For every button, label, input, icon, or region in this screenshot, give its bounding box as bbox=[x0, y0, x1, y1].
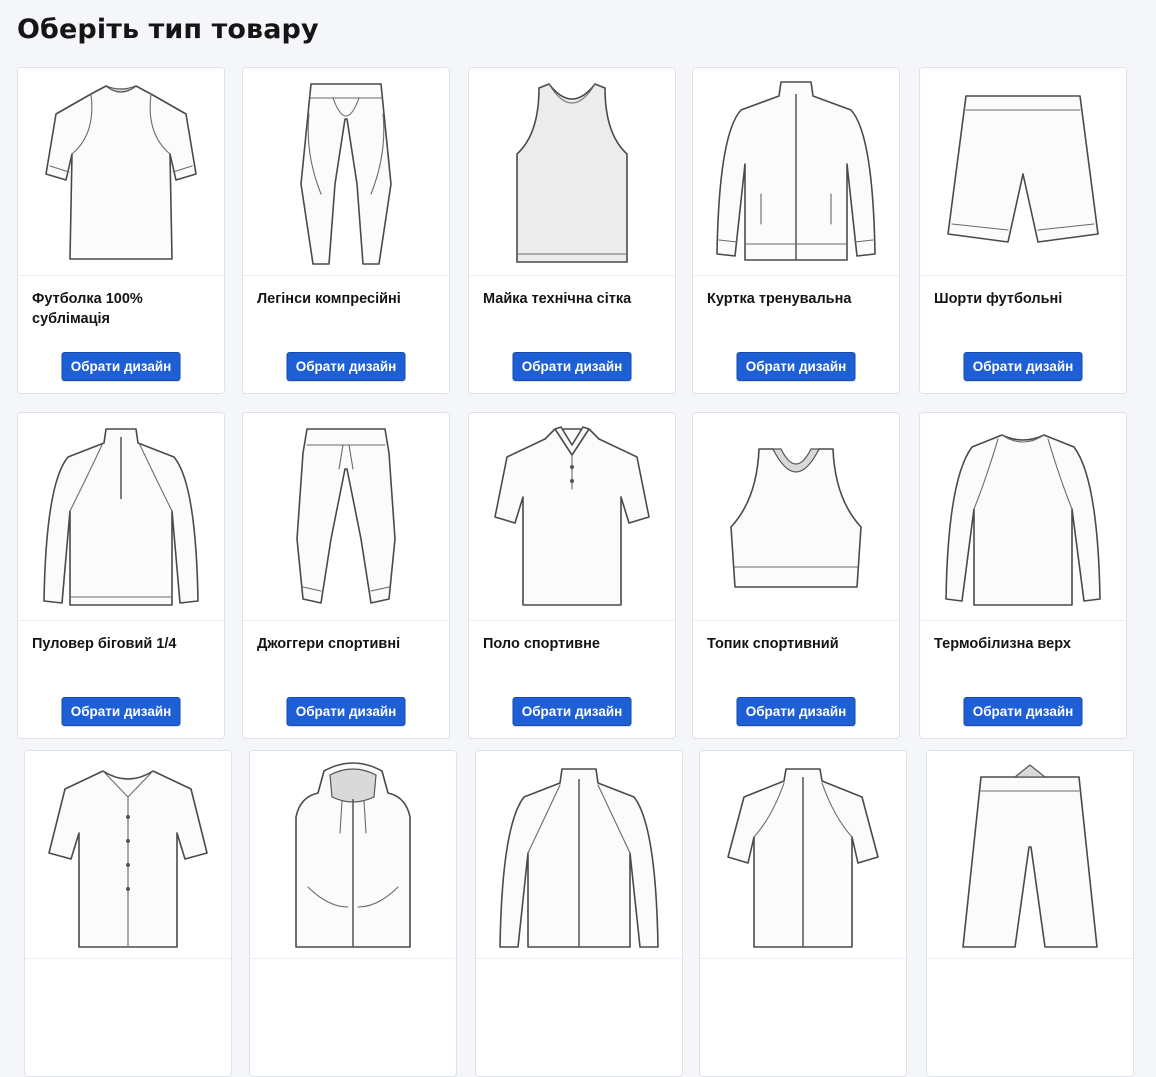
product-card-baseball-jersey[interactable] bbox=[24, 750, 232, 1077]
zip-vest-hoodie-icon bbox=[295, 762, 411, 948]
product-image[interactable] bbox=[920, 68, 1126, 276]
choose-design-button[interactable]: Обрати дизайн bbox=[512, 352, 632, 381]
full-zip-jacket-icon bbox=[499, 768, 659, 948]
product-name: Топик спортивний bbox=[707, 636, 839, 652]
product-card-joggers[interactable]: Джоггери спортивні Обрати дизайн bbox=[242, 412, 450, 739]
mesh-tank-icon bbox=[516, 83, 628, 263]
product-card-base-layer-top[interactable]: Термобілизна верх Обрати дизайн bbox=[919, 412, 1127, 739]
product-card-zip-vest[interactable] bbox=[249, 750, 457, 1077]
product-image[interactable] bbox=[250, 751, 456, 959]
choose-design-button[interactable]: Обрати дизайн bbox=[61, 352, 181, 381]
product-card-leggings[interactable]: Легінси компресійні Обрати дизайн bbox=[242, 67, 450, 394]
choose-design-button[interactable]: Обрати дизайн bbox=[963, 352, 1083, 381]
choose-design-button[interactable]: Обрати дизайн bbox=[512, 697, 632, 726]
product-name: Майка технічна сітка bbox=[483, 291, 632, 307]
track-jacket-icon bbox=[716, 81, 876, 261]
product-card-polo[interactable]: Поло спортивне Обрати дизайн bbox=[468, 412, 676, 739]
zip-tee-icon bbox=[727, 768, 879, 948]
sports-bra-icon bbox=[730, 448, 862, 588]
product-card-track-jacket[interactable]: Куртка тренувальна Обрати дизайн bbox=[692, 67, 900, 394]
product-name: Пуловер біговий 1/4 bbox=[32, 636, 177, 652]
product-image[interactable] bbox=[920, 413, 1126, 621]
product-name: Джоггери спортивні bbox=[257, 636, 401, 652]
product-image[interactable] bbox=[243, 413, 449, 621]
product-image[interactable] bbox=[700, 751, 906, 959]
choose-design-button[interactable]: Обрати дизайн bbox=[736, 352, 856, 381]
choose-design-button[interactable]: Обрати дизайн bbox=[736, 697, 856, 726]
product-name: Легінси компресійні bbox=[257, 291, 401, 307]
product-name: Куртка тренувальна bbox=[707, 291, 852, 307]
product-name: Поло спортивне bbox=[483, 636, 600, 652]
product-card-full-zip-jacket[interactable] bbox=[475, 750, 683, 1077]
choose-design-button[interactable]: Обрати дизайн bbox=[963, 697, 1083, 726]
product-name: Футболка 100% сублімація bbox=[32, 291, 143, 327]
tshirt-icon bbox=[45, 85, 197, 260]
polo-icon bbox=[494, 426, 650, 606]
product-image[interactable] bbox=[18, 413, 224, 621]
product-name: Шорти футбольні bbox=[934, 291, 1063, 307]
quarter-zip-icon bbox=[43, 428, 199, 606]
product-image[interactable] bbox=[927, 751, 1133, 959]
long-shorts-icon bbox=[962, 764, 1098, 948]
product-image[interactable] bbox=[469, 68, 675, 276]
product-image[interactable] bbox=[476, 751, 682, 959]
product-card-tshirt[interactable]: Футболка 100% сублімація Обрати дизайн bbox=[17, 67, 225, 394]
base-layer-top-icon bbox=[945, 434, 1101, 606]
product-card-sports-bra[interactable]: Топик спортивний Обрати дизайн bbox=[692, 412, 900, 739]
product-image[interactable] bbox=[243, 68, 449, 276]
product-image[interactable] bbox=[693, 413, 899, 621]
product-card-quarter-zip[interactable]: Пуловер біговий 1/4 Обрати дизайн bbox=[17, 412, 225, 739]
product-card-long-shorts[interactable] bbox=[926, 750, 1134, 1077]
joggers-icon bbox=[296, 428, 396, 604]
shorts-icon bbox=[947, 95, 1099, 243]
choose-design-button[interactable]: Обрати дизайн bbox=[286, 697, 406, 726]
product-image[interactable] bbox=[469, 413, 675, 621]
product-card-mesh-tank[interactable]: Майка технічна сітка Обрати дизайн bbox=[468, 67, 676, 394]
product-card-zip-tee[interactable] bbox=[699, 750, 907, 1077]
choose-design-button[interactable]: Обрати дизайн bbox=[286, 352, 406, 381]
product-grid: Футболка 100% сублімація Обрати дизайн Л… bbox=[0, 0, 1156, 1077]
product-card-shorts[interactable]: Шорти футбольні Обрати дизайн bbox=[919, 67, 1127, 394]
leggings-icon bbox=[300, 83, 392, 265]
baseball-jersey-icon bbox=[48, 770, 208, 948]
choose-design-button[interactable]: Обрати дизайн bbox=[61, 697, 181, 726]
product-image[interactable] bbox=[25, 751, 231, 959]
product-image[interactable] bbox=[18, 68, 224, 276]
product-image[interactable] bbox=[693, 68, 899, 276]
product-name: Термобілизна верх bbox=[934, 636, 1071, 652]
